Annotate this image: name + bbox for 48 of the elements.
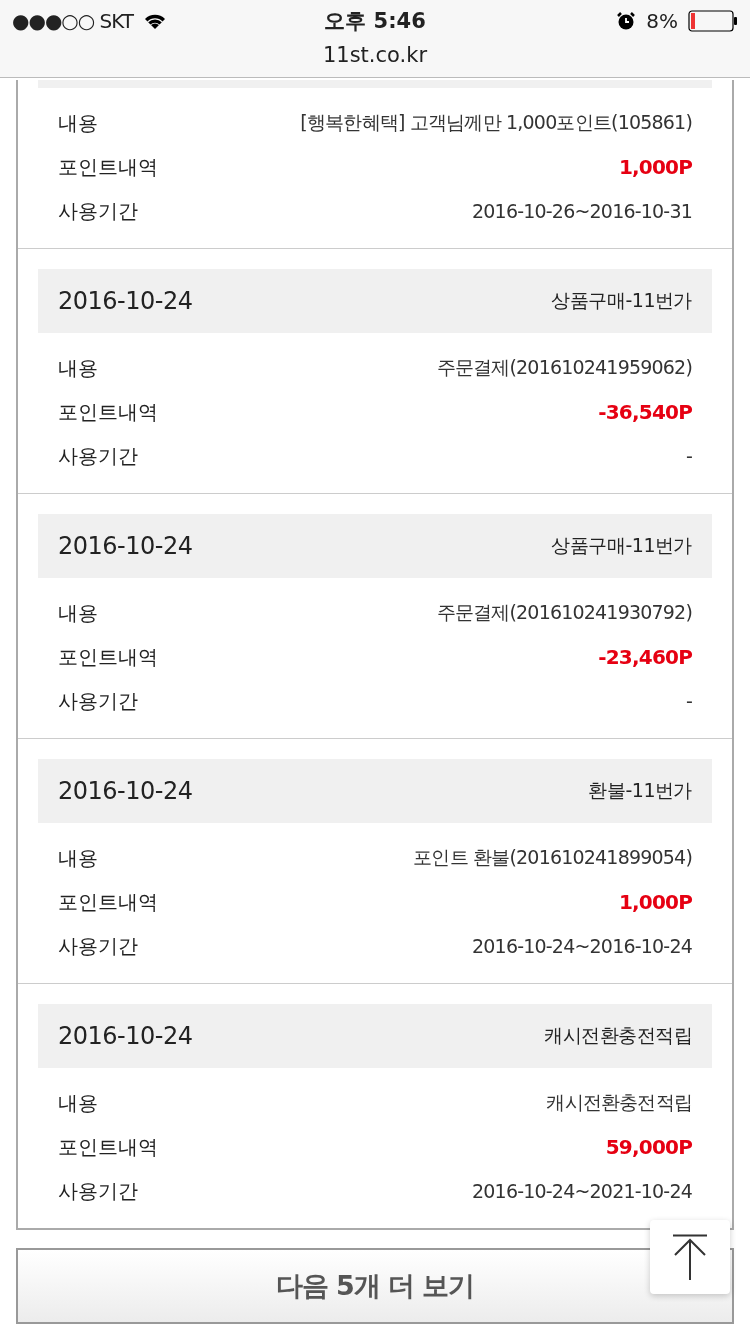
field-value: 포인트 환불(201610241899054) bbox=[413, 845, 692, 870]
load-more-button[interactable]: 다음 5개 더 보기 bbox=[16, 1248, 734, 1324]
entry-date: 2016-10-24 bbox=[58, 287, 193, 315]
field-value: 59,000P bbox=[605, 1135, 692, 1159]
carrier-signal: ●●●○○ SKT bbox=[12, 9, 134, 33]
battery-percent: 8% bbox=[646, 9, 678, 33]
field-label: 포인트내역 bbox=[58, 1133, 158, 1161]
field-label: 사용기간 bbox=[58, 932, 138, 960]
field-value: 1,000P bbox=[618, 155, 692, 179]
field-label: 내용 bbox=[58, 1089, 98, 1117]
entry-date: 2016-10-24 bbox=[58, 1022, 193, 1050]
entry-type: 환불-11번가 bbox=[588, 778, 692, 803]
field-value: 캐시전환충전적립 bbox=[546, 1090, 692, 1115]
field-value: 2016-10-26~2016-10-31 bbox=[472, 200, 692, 222]
field-label: 내용 bbox=[58, 109, 98, 137]
entry-type: 상품구매-11번가 bbox=[551, 288, 692, 313]
field-label: 내용 bbox=[58, 844, 98, 872]
field-value: 1,000P bbox=[618, 890, 692, 914]
field-label: 내용 bbox=[58, 599, 98, 627]
arrow-up-icon bbox=[672, 1234, 708, 1280]
field-label: 포인트내역 bbox=[58, 888, 158, 916]
field-value: - bbox=[685, 445, 692, 467]
field-value: 주문결제(201610241930792) bbox=[436, 600, 692, 625]
field-label: 포인트내역 bbox=[58, 643, 158, 671]
clock-time: 오후 5:46 bbox=[323, 8, 427, 35]
entry-date: 2016-10-24 bbox=[58, 532, 193, 560]
wifi-icon bbox=[143, 12, 168, 30]
alarm-clock-icon bbox=[616, 11, 637, 31]
field-label: 사용기간 bbox=[58, 442, 138, 470]
battery-icon bbox=[688, 10, 738, 32]
field-label: 사용기간 bbox=[58, 197, 138, 225]
entry-type: 캐시전환충전적립 bbox=[544, 1023, 692, 1048]
entry-type: 상품구매-11번가 bbox=[551, 533, 692, 558]
field-value: 주문결제(201610241959062) bbox=[436, 355, 692, 380]
field-label: 내용 bbox=[58, 354, 98, 382]
field-label: 포인트내역 bbox=[58, 153, 158, 181]
entry-date: 2016-10-24 bbox=[58, 777, 193, 805]
field-value: -23,460P bbox=[598, 645, 692, 669]
field-value: [행복한혜택] 고객님께만 1,000포인트(105861) bbox=[300, 110, 692, 135]
field-label: 사용기간 bbox=[58, 1177, 138, 1205]
scroll-top-button[interactable] bbox=[650, 1220, 730, 1294]
field-value: 2016-10-24~2016-10-24 bbox=[472, 935, 692, 957]
field-value: -36,540P bbox=[598, 400, 692, 424]
field-label: 사용기간 bbox=[58, 687, 138, 715]
field-value: - bbox=[685, 690, 692, 712]
field-label: 포인트내역 bbox=[58, 398, 158, 426]
field-value: 2016-10-24~2021-10-24 bbox=[472, 1180, 692, 1202]
url-text[interactable]: 11st.co.kr bbox=[0, 42, 750, 68]
